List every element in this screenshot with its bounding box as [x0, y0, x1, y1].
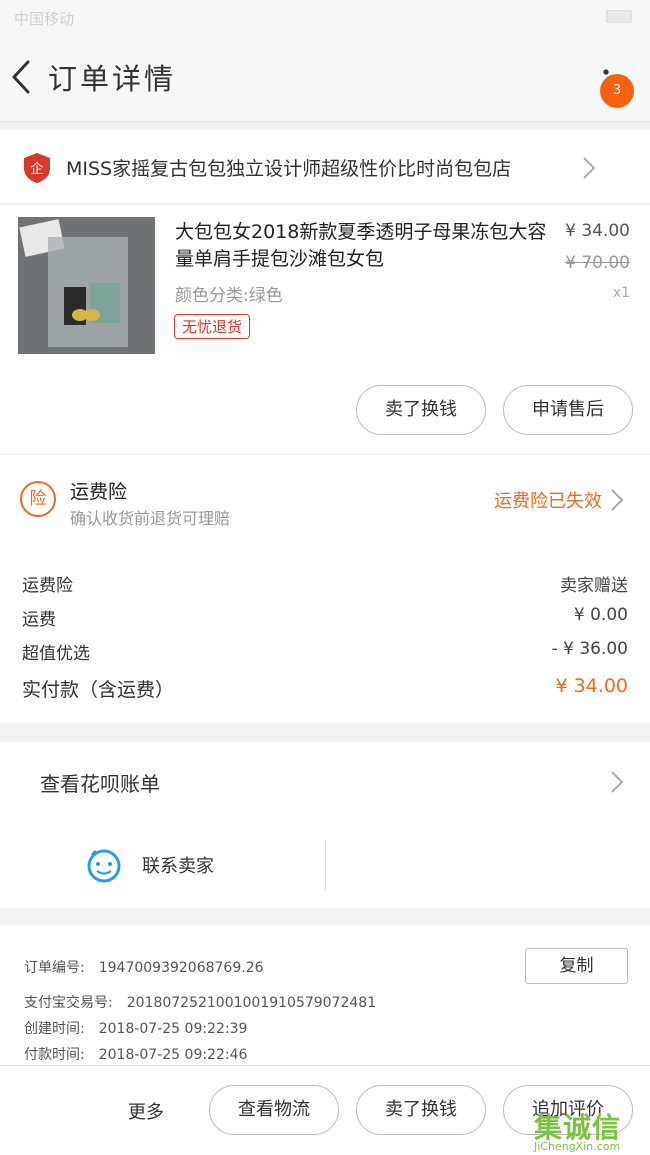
- huabei-section: 查看花呗账单 联系卖家: [0, 742, 650, 908]
- paid-time-value: 2018-07-25 09:22:46: [98, 1047, 248, 1063]
- watermark: 集诚信 JiChengXin.com: [530, 1102, 650, 1155]
- alipay-number-value: 2018072521001001910579072481: [126, 995, 377, 1011]
- paid-time-label: 付款时间:: [24, 1047, 85, 1063]
- order-number-row: 订单编号: 1947009392068769.26: [24, 957, 264, 977]
- return-guarantee-tag: 无忧退货: [174, 314, 251, 339]
- contact-seller-button[interactable]: 联系卖家: [142, 852, 214, 878]
- status-bar: 中国移动: [0, 0, 650, 34]
- page-title: 订单详情: [48, 62, 177, 96]
- fee-label: 运费: [22, 610, 56, 630]
- created-time-label: 创建时间:: [24, 1021, 85, 1037]
- back-arrow-icon[interactable]: [8, 56, 38, 98]
- battery-icon: [606, 10, 632, 23]
- order-info-section: 订单编号: 1947009392068769.26 复制 支付宝交易号: 20180…: [0, 925, 650, 1065]
- created-time-row: 创建时间: 2018-07-25 09:22:39: [24, 1018, 247, 1038]
- fee-row: 运费 ¥ 0.00: [22, 605, 628, 630]
- shop-row[interactable]: 企 MISS家摇复古包包独立设计师超级性价比时尚包包店: [0, 130, 650, 204]
- fee-label: 运费险: [22, 576, 73, 596]
- chevron-right-icon: [611, 771, 624, 793]
- fee-value: ¥ 0.00: [573, 605, 628, 625]
- product-title[interactable]: 大包包女2018新款夏季透明子母果冻包大容量单肩手提包沙滩包女包: [175, 219, 563, 273]
- order-number-value: 1947009392068769.26: [98, 960, 264, 976]
- insurance-subtitle: 确认收货前退货可理赔: [70, 509, 231, 528]
- svg-text:企: 企: [30, 161, 43, 177]
- divider: [325, 840, 326, 890]
- total-value: ¥ 34.00: [555, 675, 628, 697]
- notification-badge: 3: [600, 74, 634, 108]
- order-number-label: 订单编号:: [24, 960, 85, 976]
- nav-bar: 订单详情 3: [0, 34, 650, 122]
- total-row: 实付款（含运费） ¥ 34.00: [22, 675, 628, 702]
- product-quantity: x1: [612, 285, 630, 301]
- chevron-right-icon: [583, 157, 596, 179]
- insurance-title: 运费险: [70, 481, 128, 503]
- fee-value: 卖家赠送: [560, 576, 628, 596]
- chevron-right-icon: [611, 489, 624, 511]
- copy-button[interactable]: 复制: [525, 948, 628, 984]
- product-card: 大包包女2018新款夏季透明子母果冻包大容量单肩手提包沙滩包女包 颜色分类:绿色…: [0, 205, 650, 453]
- fee-row: 运费险 卖家赠送: [22, 571, 628, 596]
- huabei-bill-link[interactable]: 查看花呗账单: [40, 768, 160, 797]
- product-original-price: ¥ 70.00: [565, 253, 630, 273]
- product-thumbnail[interactable]: [18, 217, 155, 354]
- product-variant: 颜色分类:绿色: [175, 286, 283, 306]
- total-label: 实付款（含运费）: [22, 679, 175, 701]
- chat-icon[interactable]: [86, 847, 122, 883]
- watermark-url: JiChengXin.com: [534, 1140, 621, 1153]
- shop-name[interactable]: MISS家摇复古包包独立设计师超级性价比时尚包包店: [66, 154, 566, 181]
- insurance-icon: 险: [20, 481, 56, 517]
- view-logistics-button[interactable]: 查看物流: [209, 1085, 339, 1135]
- sell-button-bottom[interactable]: 卖了换钱: [356, 1085, 486, 1135]
- paid-time-row: 付款时间: 2018-07-25 09:22:46: [24, 1044, 247, 1064]
- more-link[interactable]: 更多: [128, 1098, 164, 1124]
- carrier-label: 中国移动: [14, 10, 75, 28]
- fee-label: 超值优选: [22, 644, 90, 664]
- fee-value: - ¥ 36.00: [551, 639, 628, 659]
- sell-button[interactable]: 卖了换钱: [356, 385, 486, 435]
- product-price: ¥ 34.00: [565, 221, 630, 241]
- alipay-number-row: 支付宝交易号: 2018072521001001910579072481: [24, 992, 376, 1012]
- after-sales-button[interactable]: 申请售后: [503, 385, 633, 435]
- created-time-value: 2018-07-25 09:22:39: [98, 1021, 248, 1037]
- insurance-status[interactable]: 运费险已失效: [494, 487, 602, 513]
- alipay-number-label: 支付宝交易号:: [24, 995, 113, 1011]
- fee-row: 超值优选 - ¥ 36.00: [22, 639, 628, 664]
- shop-shield-icon: 企: [24, 153, 50, 183]
- insurance-section: 险 运费险 确认收货前退货可理赔 运费险已失效 运费险 卖家赠送 运费 ¥ 0.…: [0, 455, 650, 723]
